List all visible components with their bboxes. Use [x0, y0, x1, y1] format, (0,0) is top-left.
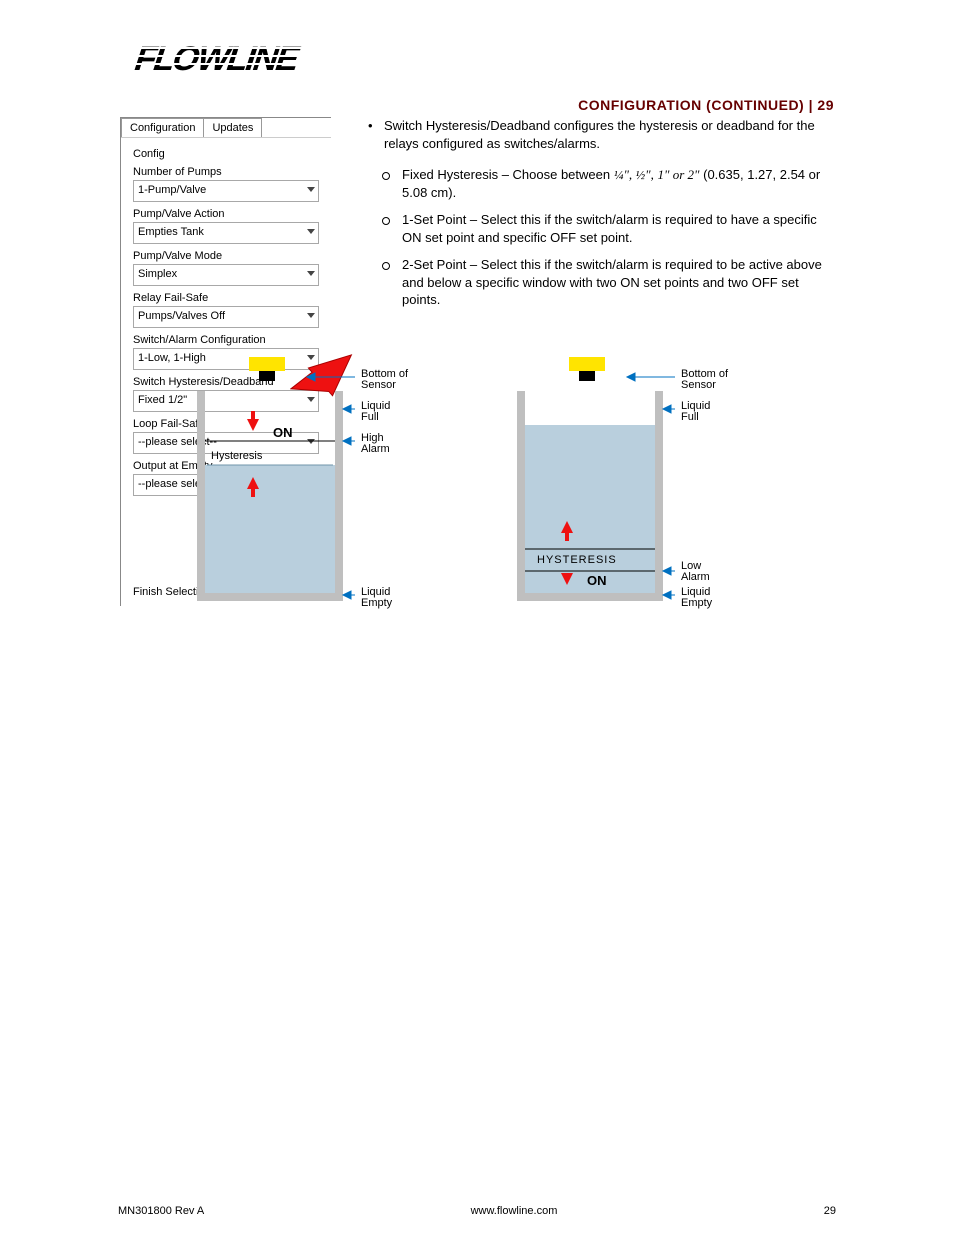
brand-logo: FLOWLINE: [120, 40, 420, 83]
footer-company: www.flowline.com: [471, 1205, 558, 1217]
chevron-down-icon: [307, 187, 315, 192]
footer-doc-id: MN301800 Rev A: [118, 1205, 204, 1217]
chevron-down-icon: [307, 313, 315, 318]
diagram-high-alarm: ON Hysteresis Bottom ofSensor LiquidFul: [187, 355, 447, 625]
label-number-of-pumps: Number of Pumps: [133, 166, 319, 178]
bullet-main: Switch Hysteresis/Deadband configures th…: [362, 117, 834, 162]
tab-configuration[interactable]: Configuration: [121, 118, 204, 137]
dglabel-liquid-full: LiquidFull: [361, 401, 390, 424]
bullet-fixed: Fixed Hysteresis – Choose between ¼", ½"…: [362, 162, 834, 207]
tab-updates[interactable]: Updates: [203, 118, 262, 137]
select-number-of-pumps[interactable]: 1-Pump/Valve: [133, 180, 319, 202]
label-switch-alarm-config: Switch/Alarm Configuration: [133, 334, 319, 346]
bullet-set2: 2-Set Point – Select this if the switch/…: [362, 252, 834, 315]
dglabel-high-alarm: HighAlarm: [361, 433, 390, 456]
diagram-low-alarm: HYSTERESIS ON Bottom ofSensor LiquidFull…: [507, 355, 767, 625]
dglabel-liquid-empty: LiquidEmpty: [361, 587, 392, 610]
description-text: Switch Hysteresis/Deadband configures th…: [362, 117, 834, 315]
svg-text:ON: ON: [587, 573, 607, 588]
section-header-left: CONFIGURATION (CONTINUED) | 29: [0, 89, 954, 117]
dglabel-bottom-of-sensor: Bottom ofSensor: [681, 369, 728, 392]
config-group-title: Config: [133, 148, 319, 160]
dglabel-bottom-of-sensor: Bottom ofSensor: [361, 369, 408, 392]
svg-text:HYSTERESIS: HYSTERESIS: [537, 554, 617, 566]
select-pump-valve-action[interactable]: Empties Tank: [133, 222, 319, 244]
svg-text:Hysteresis: Hysteresis: [211, 450, 263, 462]
chevron-down-icon: [307, 271, 315, 276]
dglabel-liquid-empty: LiquidEmpty: [681, 587, 712, 610]
label-relay-fail-safe: Relay Fail-Safe: [133, 292, 319, 304]
bullet-set1: 1-Set Point – Select this if the switch/…: [362, 207, 834, 252]
label-pump-valve-mode: Pump/Valve Mode: [133, 250, 319, 262]
select-relay-fail-safe[interactable]: Pumps/Valves Off: [133, 306, 319, 328]
select-pump-valve-mode[interactable]: Simplex: [133, 264, 319, 286]
chevron-down-icon: [307, 229, 315, 234]
label-pump-valve-action: Pump/Valve Action: [133, 208, 319, 220]
logo-text: FLOWLINE: [130, 40, 305, 78]
dglabel-liquid-full: LiquidFull: [681, 401, 710, 424]
svg-text:ON: ON: [273, 425, 293, 440]
footer-page: 29: [824, 1205, 836, 1217]
dglabel-low-alarm: LowAlarm: [681, 561, 710, 584]
